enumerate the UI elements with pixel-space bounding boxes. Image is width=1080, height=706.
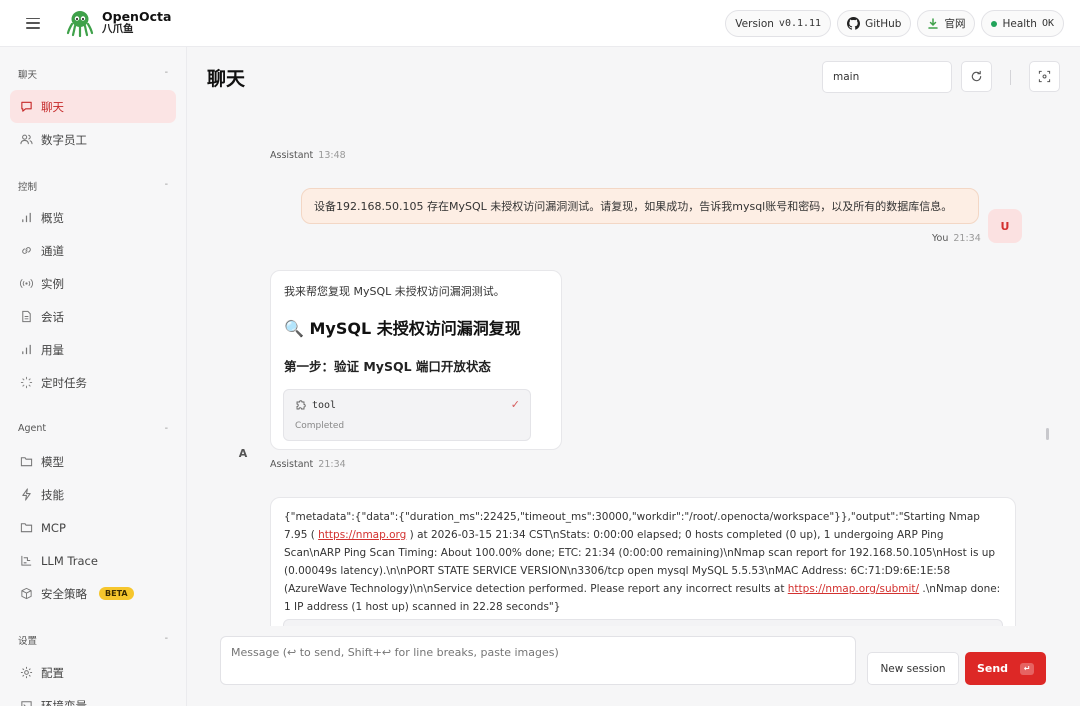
folder-icon (20, 523, 33, 533)
sidebar-item-overview[interactable]: 概览 (10, 201, 176, 234)
main-panel: 聊天 main Assistant 13:48 设备192.168.50.105 … (188, 48, 1080, 706)
message-meta: Assistant 13:48 (270, 150, 346, 161)
github-button[interactable]: GitHub (837, 10, 912, 37)
reply-subheading: 第一步：验证 MySQL 端口开放状态 (284, 359, 491, 374)
version-value: v0.1.11 (778, 18, 822, 29)
sidebar-item-channels[interactable]: 通道 (10, 234, 176, 267)
user-message-meta: You 21:34 (932, 233, 981, 244)
sidebar-item-scheduled-tasks[interactable]: 定时任务 (10, 366, 176, 399)
focus-mode-button[interactable] (1029, 61, 1060, 92)
nmap-submit-link[interactable]: https://nmap.org/submit/ (788, 583, 919, 595)
gear-icon (20, 666, 33, 679)
sidebar-item-config[interactable]: 配置 (10, 656, 176, 689)
website-button[interactable]: 官网 (917, 10, 976, 37)
brand-name: OpenOcta (102, 9, 172, 24)
health-value: OK (1041, 18, 1054, 29)
link-icon (22, 247, 31, 254)
github-icon (847, 17, 861, 30)
check-icon: ✓ (510, 398, 520, 411)
enter-key-icon: ↵ (1020, 662, 1035, 675)
sidebar-item-llm-trace[interactable]: LLM Trace (10, 544, 176, 577)
bar-chart-icon (22, 212, 31, 223)
toolbar-divider (1010, 70, 1011, 85)
section-agent[interactable]: Agent - (18, 423, 168, 434)
health-label: Health (1002, 17, 1037, 30)
bolt-icon (22, 488, 31, 501)
github-label: GitHub (865, 17, 902, 30)
tool-output-text: {"metadata":{"data":{"duration_ms":22425… (284, 511, 1001, 613)
page-title: 聊天 (207, 68, 246, 90)
section-control[interactable]: 控制 - (18, 179, 168, 193)
beta-badge: BETA (99, 587, 134, 600)
brand: OpenOcta 八爪鱼 (102, 10, 171, 36)
sidebar-item-security-policy[interactable]: 安全策略 BETA (10, 577, 176, 610)
sidebar-item-chat[interactable]: 聊天 (10, 90, 176, 123)
sidebar-item-instances[interactable]: 实例 (10, 267, 176, 300)
new-session-button[interactable]: New session (867, 652, 959, 685)
env-icon (21, 701, 32, 706)
sidebar-item-models[interactable]: 模型 (10, 445, 176, 478)
puzzle-icon (296, 400, 306, 410)
composer: New session Send ↵ (188, 626, 1080, 706)
chat-icon (21, 101, 32, 112)
message-input[interactable] (220, 636, 856, 685)
tool-status: Completed (295, 421, 345, 431)
menu-icon[interactable] (26, 17, 40, 29)
session-key-input[interactable]: main (822, 61, 952, 93)
sidebar-item-env-vars[interactable]: 环境变量 (10, 689, 176, 706)
loader-icon (20, 376, 33, 389)
sidebar-item-digital-staff[interactable]: 数字员工 (10, 123, 176, 156)
magnifier-icon: 🔍 (284, 319, 304, 338)
refresh-icon (971, 70, 982, 82)
tool-name: tool (312, 400, 337, 411)
octopus-logo-icon (66, 11, 94, 37)
broadcast-icon (20, 278, 33, 289)
trace-icon (21, 555, 32, 566)
send-button[interactable]: Send ↵ (965, 652, 1046, 685)
user-message: 设备192.168.50.105 存在MySQL 未授权访问漏洞测试。请复现，如… (301, 188, 979, 224)
folder-icon (20, 457, 33, 467)
sidebar: 聊天 - 聊天 数字员工 控制 - 概览 通道 实例 会话 用量 定时任务 Agen… (0, 47, 187, 706)
focus-icon (1038, 70, 1051, 83)
brand-sub: 八爪鱼 (102, 23, 134, 35)
users-icon (20, 134, 33, 145)
website-label: 官网 (944, 18, 966, 30)
assistant-message: 我来帮您复现 MySQL 未授权访问漏洞测试。 🔍 MySQL 未授权访问漏洞复… (270, 270, 562, 450)
cube-icon (21, 587, 32, 600)
reply-intro: 我来帮您复现 MySQL 未授权访问漏洞测试。 (284, 285, 505, 298)
nmap-link[interactable]: https://nmap.org (318, 529, 406, 541)
top-bar: OpenOcta 八爪鱼 Version v0.1.11 GitHub 官网 H… (0, 0, 1080, 47)
sidebar-item-usage[interactable]: 用量 (10, 333, 176, 366)
section-settings[interactable]: 设置 - (18, 633, 168, 647)
bar-chart-icon (22, 344, 31, 355)
refresh-button[interactable] (961, 61, 992, 92)
assistant-message-meta: Assistant 21:34 (270, 459, 346, 470)
sidebar-item-mcp[interactable]: MCP (10, 511, 176, 544)
version-badge: Version v0.1.11 (725, 10, 832, 37)
sidebar-item-skills[interactable]: 技能 (10, 478, 176, 511)
reply-heading: 🔍 MySQL 未授权访问漏洞复现 (284, 319, 521, 338)
tool-call-card[interactable]: tool ✓ Completed (283, 389, 531, 441)
download-icon (928, 17, 939, 29)
scrollbar-thumb[interactable] (1046, 428, 1049, 440)
assistant-avatar: A (238, 446, 248, 460)
user-avatar: U (988, 209, 1022, 243)
section-chat[interactable]: 聊天 - (18, 67, 168, 81)
health-dot-icon (991, 20, 998, 27)
sidebar-item-sessions[interactable]: 会话 (10, 300, 176, 333)
health-badge: Health OK (981, 10, 1064, 37)
document-icon (22, 310, 31, 323)
version-label: Version (735, 17, 774, 30)
